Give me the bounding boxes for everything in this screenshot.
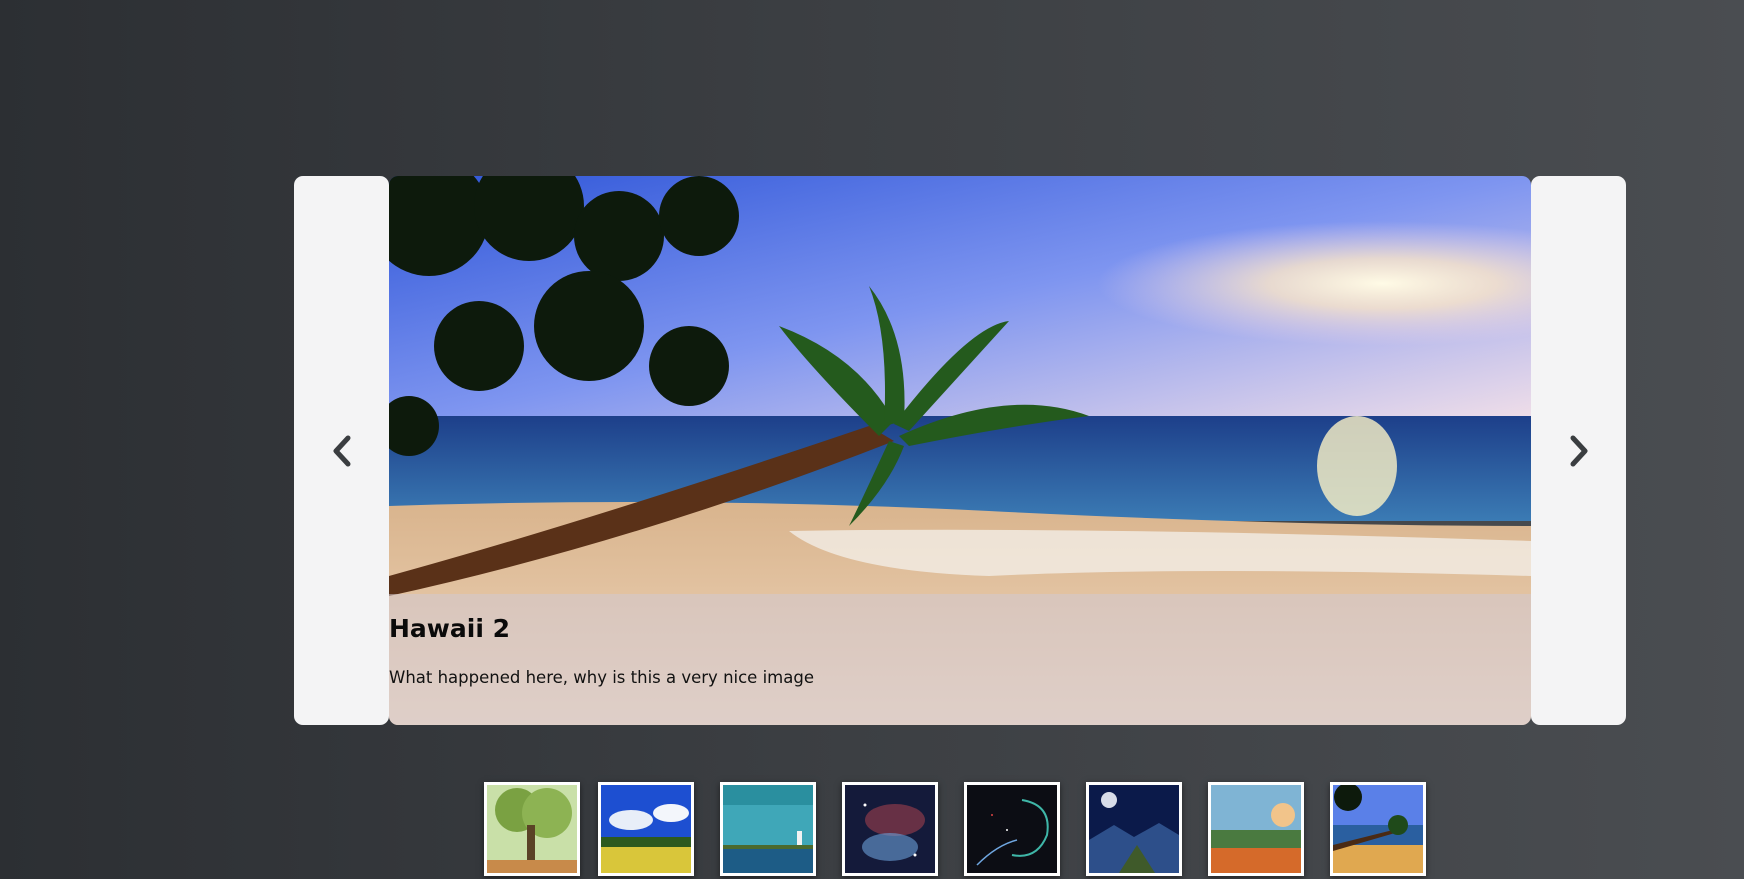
thumbnail-lighthouse[interactable] bbox=[720, 782, 816, 876]
planet-image bbox=[1089, 785, 1179, 873]
field-image bbox=[601, 785, 691, 873]
space-head-image bbox=[967, 785, 1057, 873]
lighthouse-image bbox=[723, 785, 813, 873]
prev-slide-button[interactable] bbox=[294, 176, 389, 725]
thumbnail-nebula[interactable] bbox=[842, 782, 938, 876]
current-slide: Hawaii 2 What happened here, why is this… bbox=[389, 176, 1531, 725]
slide-title: Hawaii 2 bbox=[389, 614, 510, 643]
slide-description: What happened here, why is this a very n… bbox=[389, 668, 814, 687]
nebula-image bbox=[845, 785, 935, 873]
slide-caption: Hawaii 2 What happened here, why is this… bbox=[389, 594, 1531, 725]
thumbnail-strip bbox=[483, 782, 1463, 879]
beach-image bbox=[1333, 785, 1423, 873]
tropical-image bbox=[1211, 785, 1301, 873]
chevron-right-icon bbox=[1570, 435, 1587, 466]
thumbnail-hawaii-beach[interactable] bbox=[1330, 782, 1426, 876]
thumbnail-space-head[interactable] bbox=[964, 782, 1060, 876]
thumbnail-tropical-sunset[interactable] bbox=[1208, 782, 1304, 876]
thumbnail-field-sky[interactable] bbox=[598, 782, 694, 876]
image-slider: Hawaii 2 What happened here, why is this… bbox=[294, 176, 1626, 725]
next-slide-button[interactable] bbox=[1531, 176, 1626, 725]
thumbnail-tree[interactable] bbox=[484, 782, 580, 876]
thumbnail-planet-mountains[interactable] bbox=[1086, 782, 1182, 876]
tree-image bbox=[487, 785, 577, 873]
chevron-left-icon bbox=[333, 435, 350, 466]
